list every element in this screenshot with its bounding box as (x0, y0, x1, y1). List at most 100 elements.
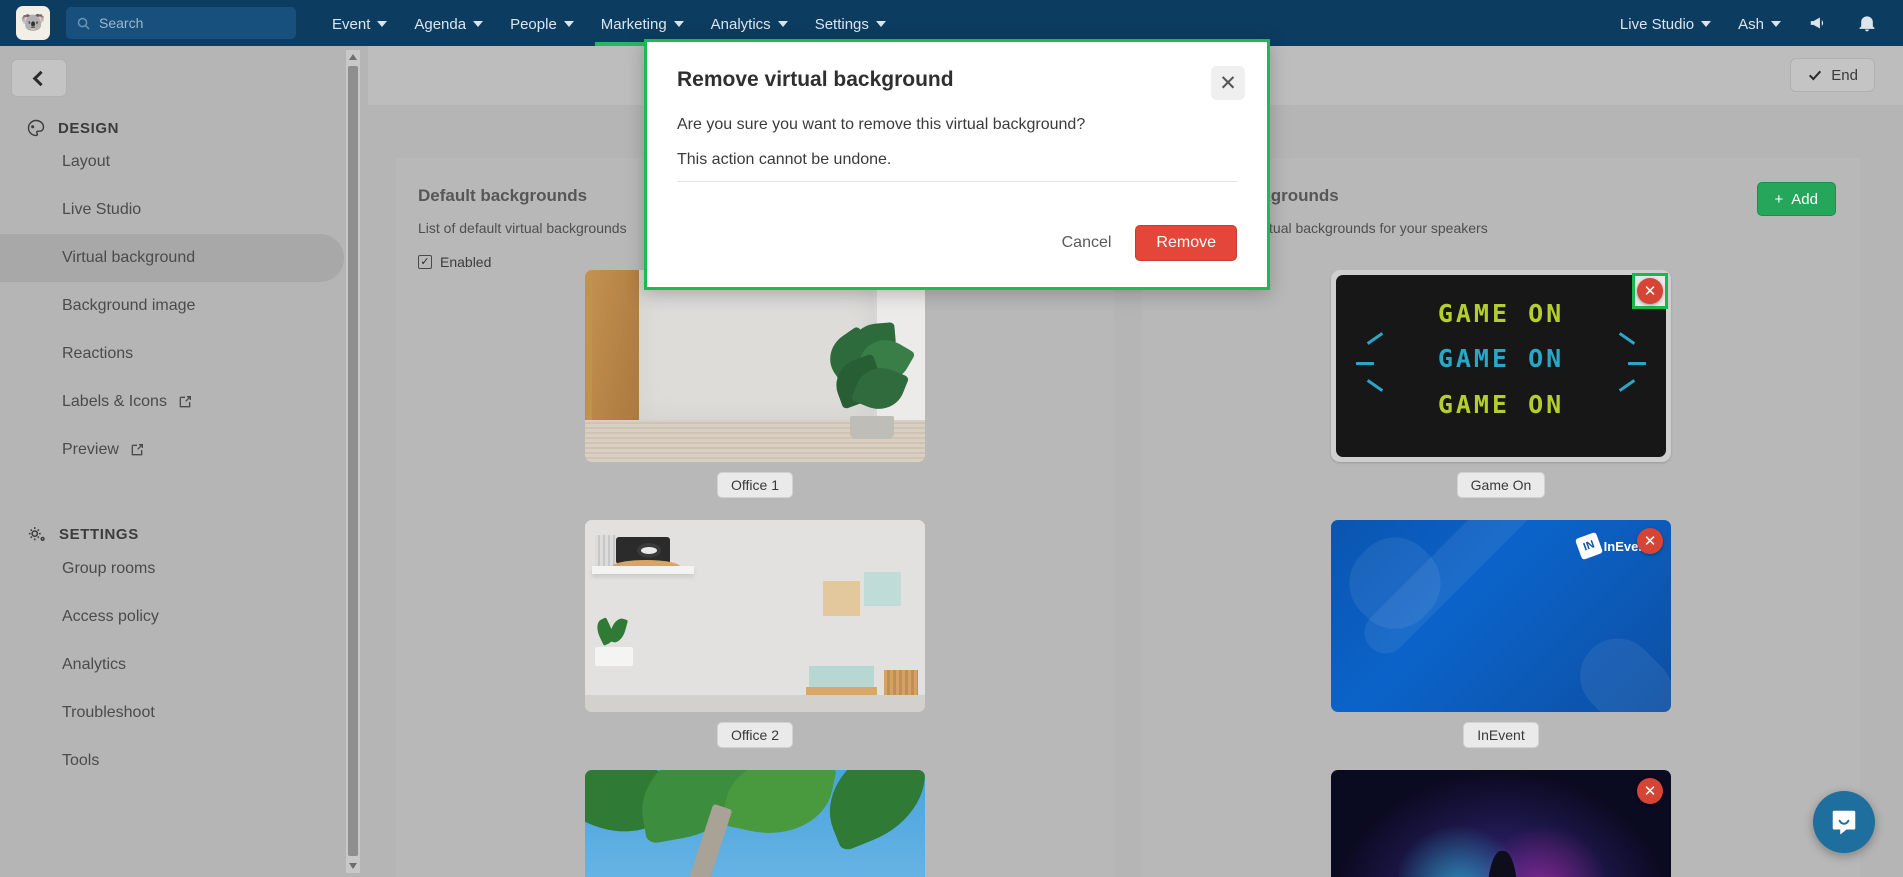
sidebar-item-labels-icons[interactable]: Labels & Icons (0, 378, 368, 426)
sidebar-group-title-settings: SETTINGS (0, 524, 368, 545)
nav-item-people[interactable]: People (510, 0, 574, 46)
sidebar-group-settings: SETTINGS Group rooms Access policy Analy… (0, 524, 368, 785)
sidebar-item-label: Labels & Icons (62, 393, 167, 410)
search-icon (77, 17, 90, 30)
sidebar-item-virtual-background[interactable]: Virtual background (0, 234, 344, 282)
sidebar-item-tools[interactable]: Tools (0, 737, 368, 785)
remove-virtual-background-modal: Remove virtual background ✕ Are you sure… (644, 39, 1270, 290)
enabled-checkbox[interactable]: ✓ (418, 255, 432, 269)
background-item[interactable]: ✕ GAME ON GAME ON GAME ON Game On (1142, 270, 1860, 498)
nav-label: Analytics (710, 15, 771, 33)
gear-icon (28, 527, 45, 542)
scroll-up-arrow-icon[interactable] (349, 54, 357, 60)
modal-message-line1: Are you sure you want to remove this vir… (677, 116, 1086, 133)
megaphone-icon[interactable] (1808, 12, 1830, 34)
chevron-down-icon (377, 21, 388, 27)
sidebar-item-label: Access policy (62, 608, 159, 625)
sidebar-item-label: Troubleshoot (62, 704, 155, 721)
modal-close-button[interactable]: ✕ (1211, 66, 1245, 100)
remove-background-button[interactable]: ✕ (1637, 528, 1663, 554)
nav-label: People (510, 15, 557, 33)
background-item[interactable]: Office 2 (396, 520, 1114, 748)
background-item[interactable]: ✕ (1142, 770, 1860, 877)
nav-right-group: Live Studio Ash (1620, 0, 1877, 46)
nav-label: Agenda (414, 15, 467, 33)
enabled-label: Enabled (440, 254, 492, 270)
background-label: Game On (1456, 472, 1546, 498)
background-thumbnail[interactable] (585, 270, 925, 462)
end-label: End (1831, 66, 1858, 84)
background-thumbnail[interactable]: ✕ GAME ON GAME ON GAME ON (1331, 270, 1671, 462)
background-label: Office 2 (717, 722, 793, 748)
workspace-selector[interactable]: Live Studio (1619, 0, 1712, 46)
workspace-label: Live Studio (1619, 15, 1695, 33)
background-item[interactable]: ✕ IN InEvent InEvent (1142, 520, 1860, 748)
chevron-down-icon (875, 21, 886, 27)
sidebar-item-group-rooms[interactable]: Group rooms (0, 545, 368, 593)
background-label: Office 1 (717, 472, 793, 498)
chevron-left-icon (32, 70, 49, 86)
sidebar-item-label: Group rooms (62, 560, 156, 577)
sidebar-item-label: Analytics (62, 656, 127, 673)
add-background-button[interactable]: + Add (1756, 182, 1836, 216)
custom-backgrounds-list: ✕ GAME ON GAME ON GAME ON Game On ✕ IN I… (1142, 270, 1860, 877)
nav-item-event[interactable]: Event (332, 0, 388, 46)
modal-message-line2: This action cannot be undone. (677, 151, 892, 168)
chevron-down-icon (563, 21, 574, 27)
external-link-icon (131, 444, 143, 456)
remove-background-button[interactable]: ✕ (1637, 278, 1663, 304)
cancel-button[interactable]: Cancel (1058, 228, 1116, 258)
modal-actions: Cancel Remove (1058, 225, 1237, 261)
sidebar-item-access-policy[interactable]: Access policy (0, 593, 368, 641)
user-menu[interactable]: Ash (1738, 0, 1781, 46)
background-thumbnail[interactable]: ✕ IN InEvent (1331, 520, 1671, 712)
sidebar-item-preview[interactable]: Preview (0, 426, 368, 474)
external-link-icon (179, 396, 191, 408)
sidebar-item-background-image[interactable]: Background image (0, 282, 368, 330)
chevron-down-icon (473, 21, 484, 27)
background-thumbnail[interactable]: ✕ (1331, 770, 1671, 877)
left-sidebar: DESIGN Layout Live Studio Virtual backgr… (0, 46, 368, 877)
check-icon (1809, 70, 1822, 81)
confirm-remove-button[interactable]: Remove (1135, 225, 1237, 261)
background-preview-image (585, 270, 925, 462)
background-preview-image: IN InEvent (1331, 520, 1671, 712)
modal-divider (677, 181, 1237, 182)
background-item[interactable] (396, 770, 1114, 877)
background-thumbnail[interactable] (585, 520, 925, 712)
sidebar-group-title-design: DESIGN (0, 118, 368, 138)
inevent-logo-icon: IN (1574, 532, 1603, 561)
remove-background-button[interactable]: ✕ (1637, 778, 1663, 804)
scroll-down-arrow-icon[interactable] (349, 863, 357, 869)
scrollbar-thumb[interactable] (348, 66, 358, 856)
group-label: SETTINGS (59, 526, 139, 543)
chevron-down-icon (1771, 21, 1781, 27)
nav-label: Event (332, 15, 371, 33)
end-button[interactable]: End (1790, 58, 1875, 92)
search-input[interactable]: Search (66, 7, 296, 39)
nav-label: Marketing (600, 15, 667, 33)
sidebar-item-troubleshoot[interactable]: Troubleshoot (0, 689, 368, 737)
background-preview-image (585, 770, 925, 877)
back-button[interactable] (11, 59, 67, 97)
nav-item-agenda[interactable]: Agenda (414, 0, 484, 46)
palette-icon (27, 119, 45, 137)
sidebar-item-live-studio[interactable]: Live Studio (0, 186, 368, 234)
sidebar-scrollbar[interactable] (346, 50, 360, 873)
group-label: DESIGN (58, 119, 120, 137)
chevron-down-icon (1701, 21, 1712, 27)
bell-icon[interactable] (1857, 13, 1877, 33)
chat-launcher-button[interactable] (1813, 791, 1875, 853)
plus-icon: + (1774, 190, 1784, 208)
background-thumbnail[interactable] (585, 770, 925, 877)
add-label: Add (1791, 190, 1818, 208)
user-label: Ash (1738, 15, 1764, 33)
sidebar-item-layout[interactable]: Layout (0, 138, 368, 186)
modal-title: Remove virtual background (677, 68, 954, 91)
app-logo[interactable]: 🐨 (16, 6, 50, 40)
sidebar-item-reactions[interactable]: Reactions (0, 330, 368, 378)
background-item[interactable]: Office 1 (396, 270, 1114, 498)
sidebar-item-analytics[interactable]: Analytics (0, 641, 368, 689)
close-icon: ✕ (1219, 71, 1237, 95)
sidebar-item-label: Background image (62, 297, 196, 314)
